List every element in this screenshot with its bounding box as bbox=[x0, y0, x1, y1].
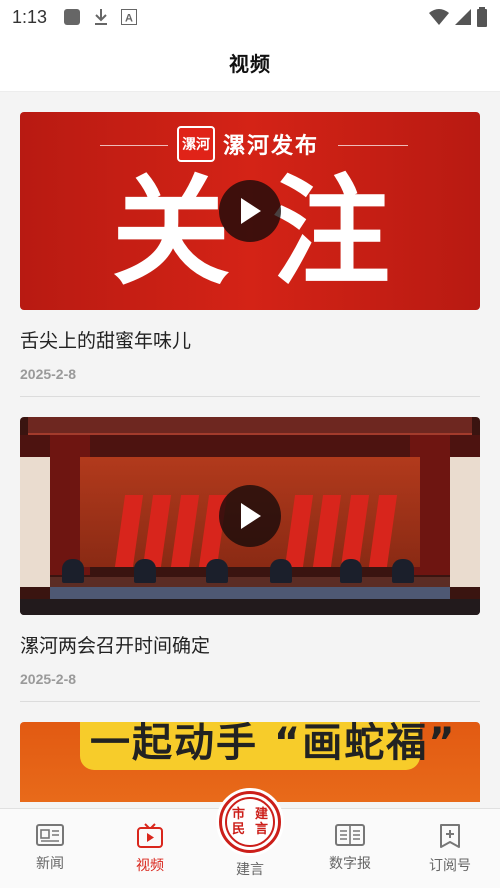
a-badge-icon: A bbox=[121, 9, 138, 25]
svg-text:A: A bbox=[125, 13, 133, 25]
nav-item-digital-paper[interactable]: 数字报 bbox=[300, 809, 400, 888]
video-thumbnail[interactable]: 漯河 漯河发布 关 注 bbox=[20, 112, 480, 310]
bottom-nav: 新闻 视频 市民 建言 建言 数字报 订阅号 bbox=[0, 791, 500, 888]
video-date: 2025-2-8 bbox=[20, 671, 77, 687]
video-feed[interactable]: 漯河 漯河发布 关 注 舌尖上的甜蜜年味儿 2025-2-8 漯河两会召开时间确… bbox=[20, 112, 480, 802]
status-time: 1:13 bbox=[12, 6, 48, 27]
nav-label: 订阅号 bbox=[429, 858, 471, 874]
subscribe-icon bbox=[440, 824, 460, 848]
table-cloth bbox=[50, 587, 450, 599]
play-icon bbox=[241, 503, 261, 529]
video-thumbnail[interactable]: 一起动手 “画蛇福” bbox=[20, 722, 480, 802]
app-header: 视频 bbox=[0, 34, 500, 92]
stage-banner bbox=[28, 417, 472, 435]
banner-big-char: 关 bbox=[112, 163, 231, 301]
nav-item-suggest[interactable]: 市民 建言 建言 bbox=[200, 791, 300, 888]
badge-text: 市民 建言 bbox=[225, 797, 275, 847]
play-button[interactable] bbox=[219, 180, 281, 242]
person bbox=[206, 559, 228, 583]
video-title[interactable]: 漯河两会召开时间确定 bbox=[20, 633, 480, 659]
newspaper-icon bbox=[335, 824, 365, 846]
wifi-icon bbox=[429, 9, 449, 25]
audience-floor bbox=[20, 599, 480, 615]
card-divider bbox=[20, 701, 480, 702]
video-card[interactable]: 漯河 漯河发布 关 注 舌尖上的甜蜜年味儿 2025-2-8 bbox=[20, 112, 480, 397]
signal-icon bbox=[455, 9, 471, 25]
person bbox=[270, 559, 292, 583]
person bbox=[62, 559, 84, 583]
page-title: 视频 bbox=[229, 52, 271, 76]
news-icon bbox=[36, 824, 64, 846]
suggestion-badge-icon[interactable]: 市民 建言 bbox=[219, 791, 281, 853]
person bbox=[392, 559, 414, 583]
status-left-icons: A bbox=[63, 8, 138, 26]
video-icon bbox=[137, 823, 163, 848]
banner-big-char: 注 bbox=[272, 163, 391, 301]
video-date: 2025-2-8 bbox=[20, 366, 77, 382]
play-icon bbox=[241, 198, 261, 224]
app-square-icon bbox=[64, 9, 81, 25]
status-bar: 1:13 A bbox=[0, 0, 500, 34]
nav-label: 数字报 bbox=[329, 856, 371, 872]
nav-label: 视频 bbox=[136, 858, 164, 874]
status-right-icons bbox=[428, 7, 488, 27]
play-button[interactable] bbox=[219, 485, 281, 547]
side-panel bbox=[450, 457, 480, 587]
nav-item-video[interactable]: 视频 bbox=[100, 809, 200, 888]
video-card[interactable]: 漯河两会召开时间确定 2025-2-8 bbox=[20, 417, 480, 702]
card-divider bbox=[20, 396, 480, 397]
nav-label: 新闻 bbox=[36, 856, 64, 872]
brand-logo: 漯河 bbox=[177, 126, 215, 162]
brand-name: 漯河发布 bbox=[223, 133, 320, 159]
side-panel bbox=[20, 457, 50, 587]
person bbox=[340, 559, 362, 583]
thumbnail-headline: 一起动手 “画蛇福” bbox=[90, 722, 457, 766]
nav-label-wrap: 建言 bbox=[200, 859, 300, 879]
video-title[interactable]: 舌尖上的甜蜜年味儿 bbox=[20, 328, 480, 354]
video-thumbnail[interactable] bbox=[20, 417, 480, 615]
person bbox=[134, 559, 156, 583]
nav-item-subscribe[interactable]: 订阅号 bbox=[400, 809, 500, 888]
battery-icon bbox=[477, 7, 487, 27]
banner-rule bbox=[338, 145, 408, 146]
video-card[interactable]: 一起动手 “画蛇福” bbox=[20, 722, 480, 802]
banner-rule bbox=[100, 145, 168, 146]
nav-item-news[interactable]: 新闻 bbox=[0, 809, 100, 888]
download-icon bbox=[95, 9, 108, 25]
nav-label: 建言 bbox=[236, 862, 264, 878]
